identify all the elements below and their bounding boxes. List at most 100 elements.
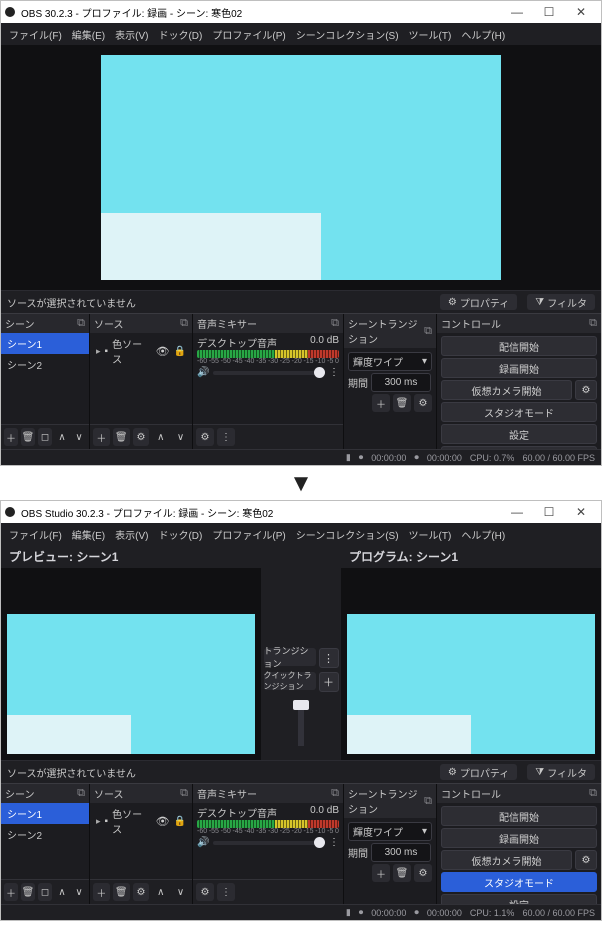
studio-mode-button[interactable]: スタジオモード <box>441 402 597 422</box>
undock-icon[interactable]: ⧉ <box>331 787 339 800</box>
mixer-menu-button[interactable]: ⋮ <box>217 428 235 446</box>
virtual-cam-settings-button[interactable]: ⚙ <box>575 850 597 870</box>
maximize-button[interactable]: ☐ <box>533 505 565 519</box>
menu-scenecollection[interactable]: シーンコレクション(S) <box>292 526 403 543</box>
start-virtual-cam-button[interactable]: 仮想カメラ開始 <box>441 380 572 400</box>
source-down-button[interactable]: ∨ <box>172 883 189 901</box>
expand-icon[interactable]: ▸ <box>96 346 101 357</box>
exit-button[interactable]: 終了 <box>441 446 597 449</box>
scene-item-1[interactable]: シーン1 <box>1 803 89 824</box>
add-source-button[interactable]: ＋ <box>93 428 110 446</box>
transition-select[interactable]: 輝度ワイプ▾ <box>348 822 432 841</box>
lock-toggle[interactable]: 🔒 <box>174 346 186 357</box>
source-item-color[interactable]: ▸ ▪ 色ソース 👁 🔒 <box>90 803 192 839</box>
minimize-button[interactable]: — <box>501 5 533 19</box>
filters-button[interactable]: ⧩フィルタ <box>527 294 595 310</box>
settings-button[interactable]: 設定 <box>441 894 597 904</box>
transition-add-button[interactable]: ＋ <box>372 864 390 882</box>
preview-view[interactable] <box>1 568 261 760</box>
undock-icon[interactable]: ⧉ <box>424 325 432 338</box>
undock-icon[interactable]: ⧉ <box>589 787 597 800</box>
scene-up-button[interactable]: ∧ <box>55 428 69 446</box>
menu-file[interactable]: ファイル(F) <box>5 26 66 43</box>
mixer-settings-button[interactable]: ⚙ <box>196 883 214 901</box>
visibility-toggle[interactable]: 👁 <box>156 815 170 828</box>
menu-view[interactable]: 表示(V) <box>111 526 152 543</box>
transition-props-button[interactable]: ⚙ <box>414 864 432 882</box>
scene-item-2[interactable]: シーン2 <box>1 824 89 845</box>
scene-item-2[interactable]: シーン2 <box>1 354 89 375</box>
scene-filter-button[interactable]: ◻ <box>38 883 52 901</box>
t-bar[interactable] <box>298 700 304 746</box>
source-up-button[interactable]: ∧ <box>152 428 169 446</box>
properties-button[interactable]: ⚙プロパティ <box>440 294 517 310</box>
menu-profile[interactable]: プロファイル(P) <box>208 26 289 43</box>
add-scene-button[interactable]: ＋ <box>4 883 18 901</box>
source-item-color[interactable]: ▸ ▪ 色ソース 👁 🔒 <box>90 333 192 369</box>
menu-scenecollection[interactable]: シーンコレクション(S) <box>292 26 403 43</box>
source-props-button[interactable]: ⚙ <box>133 883 150 901</box>
remove-source-button[interactable]: 🗑 <box>113 428 130 446</box>
menu-tools[interactable]: ツール(T) <box>405 526 456 543</box>
transition-add-button[interactable]: ＋ <box>372 394 390 412</box>
menu-profile[interactable]: プロファイル(P) <box>208 526 289 543</box>
transition-remove-button[interactable]: 🗑 <box>393 864 411 882</box>
source-down-button[interactable]: ∨ <box>172 428 189 446</box>
undock-icon[interactable]: ⧉ <box>180 787 188 800</box>
transition-button[interactable]: トランジション <box>264 648 316 666</box>
menu-dock[interactable]: ドック(D) <box>154 526 206 543</box>
properties-button[interactable]: ⚙プロパティ <box>440 764 517 780</box>
add-scene-button[interactable]: ＋ <box>4 428 18 446</box>
transition-menu-button[interactable]: ⋮ <box>319 648 339 668</box>
studio-mode-button[interactable]: スタジオモード <box>441 872 597 892</box>
menu-view[interactable]: 表示(V) <box>111 26 152 43</box>
menu-tools[interactable]: ツール(T) <box>405 26 456 43</box>
undock-icon[interactable]: ⧉ <box>77 317 85 330</box>
filters-button[interactable]: ⧩フィルタ <box>527 764 595 780</box>
mixer-more-icon[interactable]: ⋮ <box>329 367 339 378</box>
volume-slider[interactable] <box>213 841 325 845</box>
menu-dock[interactable]: ドック(D) <box>154 26 206 43</box>
duration-input[interactable]: 300 ms <box>371 373 431 392</box>
speaker-icon[interactable]: 🔊 <box>197 367 209 378</box>
source-props-button[interactable]: ⚙ <box>133 428 150 446</box>
source-color-overlay[interactable] <box>101 213 321 281</box>
menu-file[interactable]: ファイル(F) <box>5 526 66 543</box>
undock-icon[interactable]: ⧉ <box>77 787 85 800</box>
undock-icon[interactable]: ⧉ <box>424 795 432 808</box>
remove-source-button[interactable]: 🗑 <box>113 883 130 901</box>
scene-down-button[interactable]: ∨ <box>72 428 86 446</box>
menu-edit[interactable]: 編集(E) <box>68 526 109 543</box>
mixer-settings-button[interactable]: ⚙ <box>196 428 214 446</box>
transition-select[interactable]: 輝度ワイプ▾ <box>348 352 432 371</box>
maximize-button[interactable]: ☐ <box>533 5 565 19</box>
remove-scene-button[interactable]: 🗑 <box>21 883 35 901</box>
minimize-button[interactable]: — <box>501 505 533 519</box>
start-virtual-cam-button[interactable]: 仮想カメラ開始 <box>441 850 572 870</box>
scene-up-button[interactable]: ∧ <box>55 883 69 901</box>
scene-item-1[interactable]: シーン1 <box>1 333 89 354</box>
duration-input[interactable]: 300 ms <box>371 843 431 862</box>
transition-remove-button[interactable]: 🗑 <box>393 394 411 412</box>
speaker-icon[interactable]: 🔊 <box>197 837 209 848</box>
close-button[interactable]: ✕ <box>565 5 597 19</box>
virtual-cam-settings-button[interactable]: ⚙ <box>575 380 597 400</box>
expand-icon[interactable]: ▸ <box>96 816 101 827</box>
add-source-button[interactable]: ＋ <box>93 883 110 901</box>
transition-props-button[interactable]: ⚙ <box>414 394 432 412</box>
settings-button[interactable]: 設定 <box>441 424 597 444</box>
undock-icon[interactable]: ⧉ <box>589 317 597 330</box>
menu-help[interactable]: ヘルプ(H) <box>457 26 509 43</box>
undock-icon[interactable]: ⧉ <box>331 317 339 330</box>
source-up-button[interactable]: ∧ <box>152 883 169 901</box>
scene-down-button[interactable]: ∨ <box>72 883 86 901</box>
quick-transition-add-button[interactable]: ＋ <box>319 672 339 692</box>
start-streaming-button[interactable]: 配信開始 <box>441 806 597 826</box>
volume-slider[interactable] <box>213 371 325 375</box>
lock-toggle[interactable]: 🔒 <box>174 816 186 827</box>
mixer-menu-button[interactable]: ⋮ <box>217 883 235 901</box>
start-recording-button[interactable]: 録画開始 <box>441 828 597 848</box>
program-view[interactable] <box>341 568 601 760</box>
close-button[interactable]: ✕ <box>565 505 597 519</box>
menu-edit[interactable]: 編集(E) <box>68 26 109 43</box>
